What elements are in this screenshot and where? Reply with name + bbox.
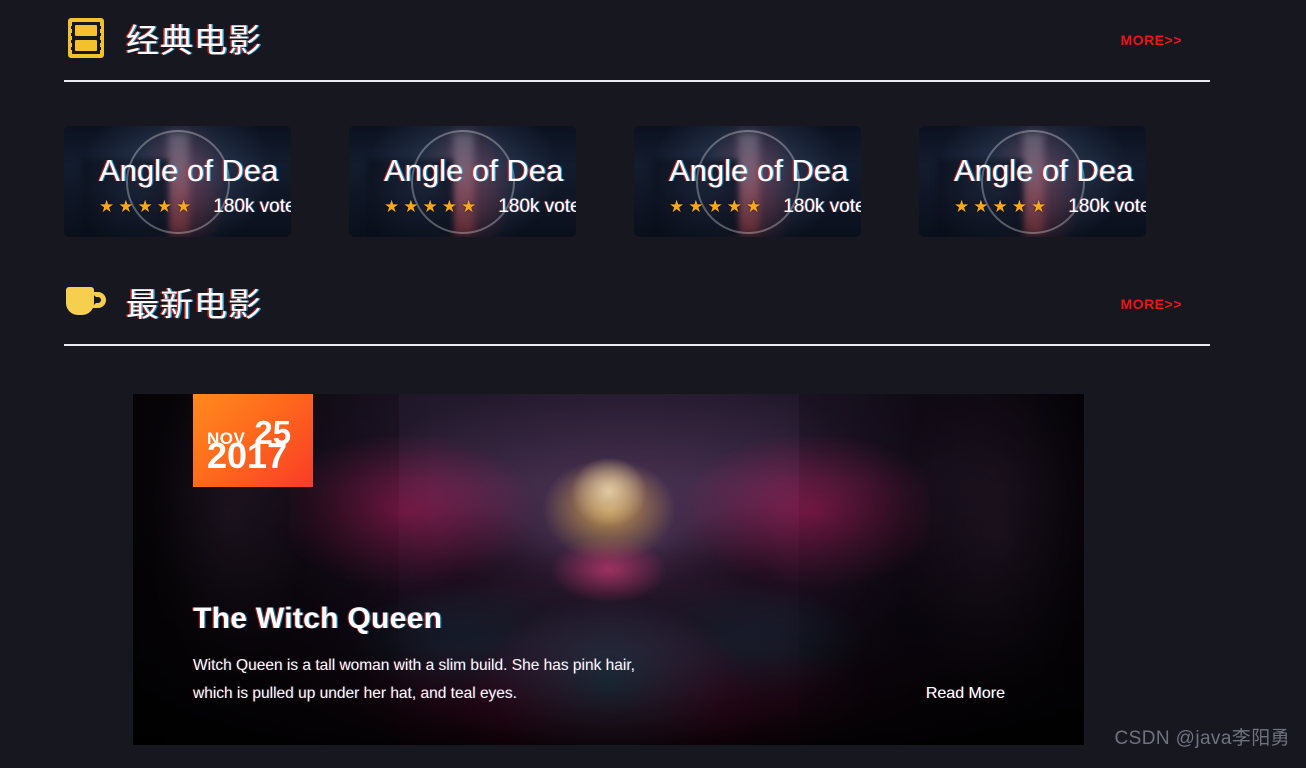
section-divider: [64, 80, 1210, 82]
section-title-row: 经典电影: [64, 10, 1210, 66]
star-rating-icon: ★★★★★: [99, 197, 196, 217]
movie-card-row: Angle of Dea ★★★★★ 180k vote Angle of De…: [64, 126, 1146, 237]
card-votes: 180k vote: [213, 196, 291, 218]
card-text: Angle of Dea ★★★★★ 180k vote: [954, 153, 1146, 218]
card-meta: ★★★★★ 180k vote: [954, 196, 1146, 218]
date-badge: NOV 25 2017: [193, 394, 313, 487]
featured-body: The Witch Queen Witch Queen is a tall wo…: [193, 602, 833, 709]
card-title: Angle of Dea: [99, 153, 279, 188]
card-text: Angle of Dea ★★★★★ 180k vote: [384, 153, 576, 218]
card-meta: ★★★★★ 180k vote: [384, 196, 576, 218]
star-rating-icon: ★★★★★: [384, 197, 481, 217]
section-classic-movies: 经典电影 MORE>>: [0, 10, 1306, 82]
section-header: 最新电影 MORE>>: [64, 274, 1210, 346]
section-title-row: 最新电影: [64, 274, 1210, 330]
section-header: 经典电影 MORE>>: [64, 10, 1210, 82]
card-text: Angle of Dea ★★★★★ 180k vote: [99, 153, 291, 218]
featured-article-card[interactable]: NOV 25 2017 The Witch Queen Witch Queen …: [133, 394, 1084, 745]
section-latest-movies: 最新电影 MORE>>: [0, 274, 1306, 346]
movie-card[interactable]: Angle of Dea ★★★★★ 180k vote: [349, 126, 576, 237]
cup-icon: [64, 280, 108, 324]
movie-card[interactable]: Angle of Dea ★★★★★ 180k vote: [634, 126, 861, 237]
date-year: 2017: [207, 435, 288, 476]
movie-card[interactable]: Angle of Dea ★★★★★ 180k vote: [64, 126, 291, 237]
read-more-link[interactable]: Read More: [926, 685, 1005, 703]
movie-card[interactable]: Angle of Dea ★★★★★ 180k vote: [919, 126, 1146, 237]
more-link-classic[interactable]: MORE>>: [1121, 32, 1182, 48]
card-title: Angle of Dea: [954, 153, 1134, 188]
film-strip-icon: [64, 16, 108, 60]
page-title: 经典电影: [126, 22, 262, 59]
more-link-latest[interactable]: MORE>>: [1121, 296, 1182, 312]
watermark: CSDN @java李阳勇: [1114, 728, 1290, 749]
card-title: Angle of Dea: [669, 153, 849, 188]
star-rating-icon: ★★★★★: [954, 197, 1051, 217]
featured-description: Witch Queen is a tall woman with a slim …: [193, 656, 635, 703]
card-text: Angle of Dea ★★★★★ 180k vote: [669, 153, 861, 218]
featured-title: The Witch Queen: [193, 601, 443, 635]
star-rating-icon: ★★★★★: [669, 197, 766, 217]
card-votes: 180k vote: [783, 196, 861, 218]
page-root: 经典电影 MORE>> Angle of Dea ★★★★★ 180k vote…: [0, 0, 1306, 768]
card-title: Angle of Dea: [384, 153, 564, 188]
card-votes: 180k vote: [498, 196, 576, 218]
card-votes: 180k vote: [1068, 196, 1146, 218]
section-divider: [64, 344, 1210, 346]
card-meta: ★★★★★ 180k vote: [669, 196, 861, 218]
section-title: 最新电影: [126, 286, 262, 323]
card-meta: ★★★★★ 180k vote: [99, 196, 291, 218]
